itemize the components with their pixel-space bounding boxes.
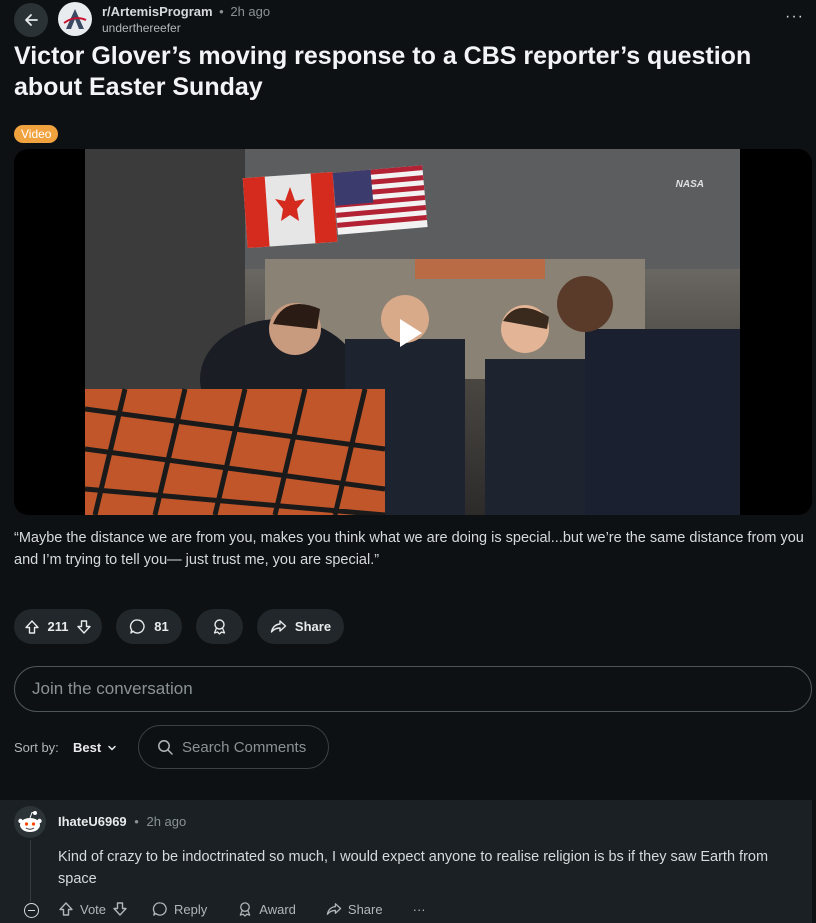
meta-separator: • <box>219 4 224 19</box>
reply-label: Reply <box>174 901 208 917</box>
award-button[interactable] <box>196 609 243 644</box>
post-title: Victor Glover’s moving response to a CBS… <box>14 42 752 101</box>
comments-button[interactable]: 81 <box>116 609 182 644</box>
search-comments-placeholder: Search Comments <box>182 738 307 756</box>
back-button[interactable] <box>14 3 48 37</box>
upvote-icon[interactable] <box>24 619 40 635</box>
post-flair[interactable]: Video <box>14 125 59 143</box>
comment-body: Kind of crazy to be indoctrinated so muc… <box>58 849 769 887</box>
sort-value: Best <box>73 740 102 755</box>
subreddit-avatar[interactable] <box>58 2 92 36</box>
arrow-left-icon <box>25 14 38 26</box>
downvote-icon[interactable] <box>112 901 128 917</box>
chevron-down-icon <box>108 745 116 751</box>
sort-dropdown[interactable]: Best <box>73 740 117 755</box>
nasa-watermark: NASA <box>675 179 704 190</box>
award-icon <box>213 619 226 635</box>
comment-separator: • <box>134 814 139 829</box>
comment-header: IhateU6969 • 2h ago <box>58 814 186 829</box>
vote-control: 211 <box>14 609 102 644</box>
award-icon <box>239 902 251 917</box>
reply-button[interactable]: Reply <box>152 901 207 917</box>
post-author[interactable]: underthereefer <box>102 20 270 36</box>
vote-count: 211 <box>47 619 69 634</box>
post-body: “Maybe the distance we are from you, mak… <box>14 530 804 568</box>
share-button[interactable]: Share <box>257 609 344 644</box>
comment-share-label: Share <box>347 901 383 917</box>
post-time: 2h ago <box>230 4 271 19</box>
comment-award-button[interactable]: Award <box>237 901 296 917</box>
comment-icon <box>130 619 145 634</box>
play-icon[interactable] <box>400 319 422 347</box>
upvote-icon[interactable] <box>58 901 74 917</box>
comment-share-button[interactable]: Share <box>326 901 383 917</box>
comment-icon <box>152 902 167 916</box>
comment-vote-control: Vote <box>58 901 128 917</box>
snoo-avatar-icon <box>18 811 42 832</box>
commenter-avatar[interactable] <box>14 806 46 838</box>
subreddit-name[interactable]: r/ArtemisProgram <box>102 4 213 19</box>
comment-time: 2h ago <box>146 814 187 829</box>
comment-actions: Vote Reply Award Share ··· <box>58 901 426 917</box>
sort-label: Sort by: <box>14 740 59 755</box>
search-comments-input[interactable]: Search Comments <box>138 725 329 769</box>
comment-vote-label: Vote <box>80 901 107 917</box>
comment-more-button[interactable]: ··· <box>413 902 426 917</box>
comment-count: 81 <box>154 619 169 634</box>
search-icon <box>158 739 173 755</box>
post-meta: r/ArtemisProgram • 2h ago underthereefer <box>102 4 270 36</box>
downvote-icon[interactable] <box>76 619 92 635</box>
collapse-thread-button[interactable] <box>24 903 39 918</box>
award-label: Award <box>259 901 296 917</box>
join-conversation-input[interactable] <box>14 666 812 712</box>
share-icon <box>326 903 342 915</box>
share-label: Share <box>294 619 332 634</box>
video-player[interactable]: NASA <box>14 149 812 515</box>
artemis-logo-icon <box>63 9 87 29</box>
more-options-button[interactable]: ··· <box>785 8 804 26</box>
share-icon <box>270 620 287 633</box>
thread-line[interactable] <box>30 840 31 902</box>
comment-author[interactable]: IhateU6969 <box>58 814 127 829</box>
